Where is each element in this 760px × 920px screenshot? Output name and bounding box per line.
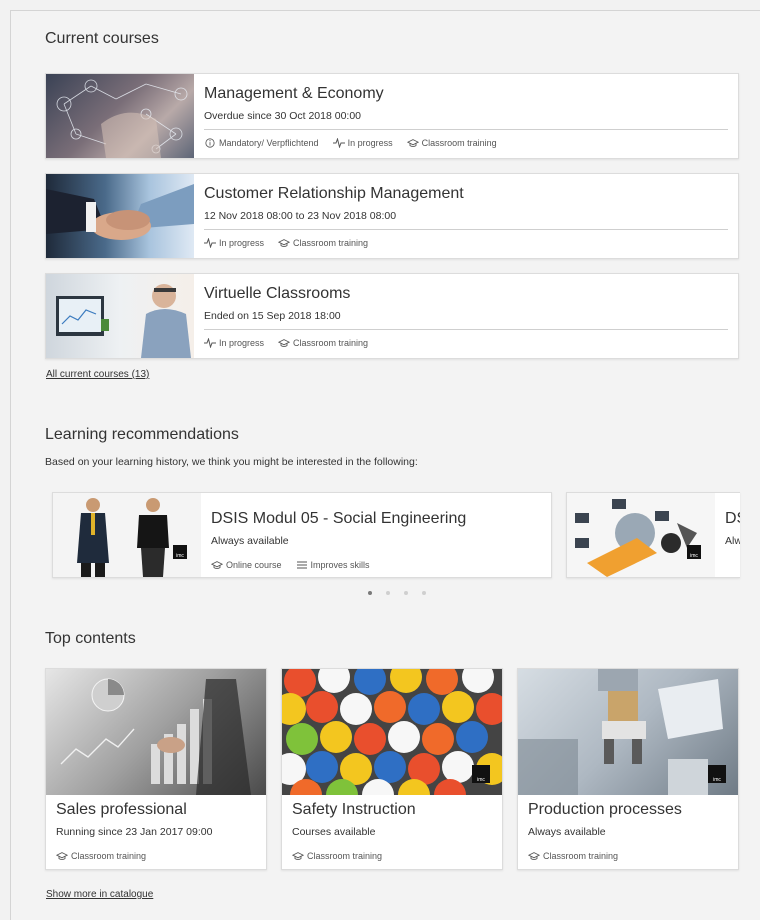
course-title[interactable]: Virtuelle Classrooms [204, 285, 350, 303]
recommendation-title[interactable]: DS [725, 510, 740, 528]
recommendation-meta: Online course Improves skills [211, 560, 370, 570]
content-title[interactable]: Safety Instruction [292, 801, 416, 819]
pagination-dot[interactable] [422, 591, 426, 595]
meta-status: In progress [204, 338, 264, 348]
meta-type: Classroom training [278, 338, 368, 348]
pagination-dot[interactable] [404, 591, 408, 595]
divider [204, 129, 728, 130]
top-content-card-sales[interactable]: Sales professional Running since 23 Jan … [45, 668, 267, 870]
content-thumbnail: imc [282, 669, 502, 795]
course-meta: Mandatory/ Verpflichtend In progress Cla… [204, 138, 497, 148]
course-card-crm[interactable]: Customer Relationship Management 12 Nov … [45, 173, 739, 259]
meta-type: Classroom training [278, 238, 368, 248]
imc-logo: imc [687, 545, 701, 559]
recommendation-availability: Always available [211, 535, 289, 547]
top-content-card-production[interactable]: imc Production processes Always availabl… [517, 668, 739, 870]
course-date: Overdue since 30 Oct 2018 00:00 [204, 110, 362, 122]
meta-label: Classroom training [293, 338, 369, 348]
divider [204, 329, 728, 330]
course-thumbnail: imc [567, 493, 715, 577]
divider [204, 229, 728, 230]
graduation-cap-icon [211, 561, 223, 569]
course-date: Ended on 15 Sep 2018 18:00 [204, 310, 341, 322]
meta-type: Classroom training [292, 851, 382, 861]
content-thumbnail [46, 669, 266, 795]
meta-type: Classroom training [56, 851, 146, 861]
meta-label: Classroom training [421, 138, 497, 148]
course-thumbnail [46, 174, 194, 258]
meta-label: In progress [219, 338, 265, 348]
meta-status: In progress [332, 138, 393, 148]
graduation-cap-icon [406, 139, 419, 147]
meta-label: In progress [347, 138, 393, 148]
meta-label: Online course [226, 560, 282, 570]
meta-label: Classroom training [71, 851, 147, 861]
meta-label: Classroom training [307, 851, 383, 861]
imc-logo: imc [708, 765, 726, 783]
recommendation-card-dsis[interactable]: imc DSIS Modul 05 - Social Engineering A… [52, 492, 552, 578]
activity-icon [204, 338, 216, 348]
meta-skills: Improves skills [296, 560, 370, 570]
course-thumbnail: imc [53, 493, 201, 577]
recommendation-title[interactable]: DSIS Modul 05 - Social Engineering [211, 510, 466, 528]
recommendations-description: Based on your learning history, we think… [45, 456, 418, 468]
meta-type: Classroom training [406, 138, 497, 148]
course-date: 12 Nov 2018 08:00 to 23 Nov 2018 08:00 [204, 210, 397, 222]
recommendation-card-partial[interactable]: imc DS Alw [566, 492, 740, 578]
imc-logo: imc [472, 765, 490, 783]
recommendation-availability: Alw [725, 535, 740, 547]
graduation-cap-icon [278, 339, 291, 347]
meta-mandatory: Mandatory/ Verpflichtend [204, 138, 319, 148]
list-icon [296, 561, 307, 569]
content-availability: Running since 23 Jan 2017 09:00 [56, 826, 213, 838]
meta-label: Improves skills [310, 560, 370, 570]
content-meta: Classroom training [528, 851, 618, 861]
meta-label: In progress [219, 238, 265, 248]
content-availability: Courses available [292, 826, 376, 838]
meta-label: Classroom training [293, 238, 369, 248]
course-card-management[interactable]: Management & Economy Overdue since 30 Oc… [45, 73, 739, 159]
imc-logo: imc [173, 545, 187, 559]
pagination-dot[interactable] [368, 591, 372, 595]
graduation-cap-icon [528, 852, 540, 860]
course-card-virtual-classrooms[interactable]: Virtuelle Classrooms Ended on 15 Sep 201… [45, 273, 739, 359]
info-icon [205, 138, 215, 148]
content-meta: Classroom training [292, 851, 382, 861]
content-availability: Always available [528, 826, 606, 838]
meta-type: Classroom training [528, 851, 618, 861]
graduation-cap-icon [278, 239, 291, 247]
meta-label: Classroom training [543, 851, 619, 861]
meta-label: Mandatory/ Verpflichtend [219, 138, 319, 148]
section-title-recommendations: Learning recommendations [45, 426, 239, 443]
pagination-dot[interactable] [386, 591, 390, 595]
content-thumbnail: imc [518, 669, 738, 795]
graduation-cap-icon [292, 852, 304, 860]
content-meta: Classroom training [56, 851, 146, 861]
carousel-pagination [368, 591, 426, 595]
section-title-current-courses: Current courses [45, 30, 159, 47]
content-title[interactable]: Production processes [528, 801, 682, 819]
course-meta: In progress Classroom training [204, 238, 368, 248]
course-title[interactable]: Management & Economy [204, 85, 384, 103]
course-thumbnail [46, 74, 194, 158]
activity-icon [204, 238, 216, 248]
meta-type: Online course [211, 560, 282, 570]
graduation-cap-icon [56, 852, 68, 860]
section-title-top-contents: Top contents [45, 630, 136, 647]
activity-icon [332, 138, 345, 148]
course-meta: In progress Classroom training [204, 338, 368, 348]
show-more-in-catalogue-link[interactable]: Show more in catalogue [46, 889, 153, 900]
all-current-courses-link[interactable]: All current courses (13) [46, 369, 149, 380]
top-content-card-safety[interactable]: imc Safety Instruction Courses available… [281, 668, 503, 870]
course-thumbnail [46, 274, 194, 358]
course-title[interactable]: Customer Relationship Management [204, 185, 464, 203]
content-title[interactable]: Sales professional [56, 801, 187, 819]
meta-status: In progress [204, 238, 264, 248]
